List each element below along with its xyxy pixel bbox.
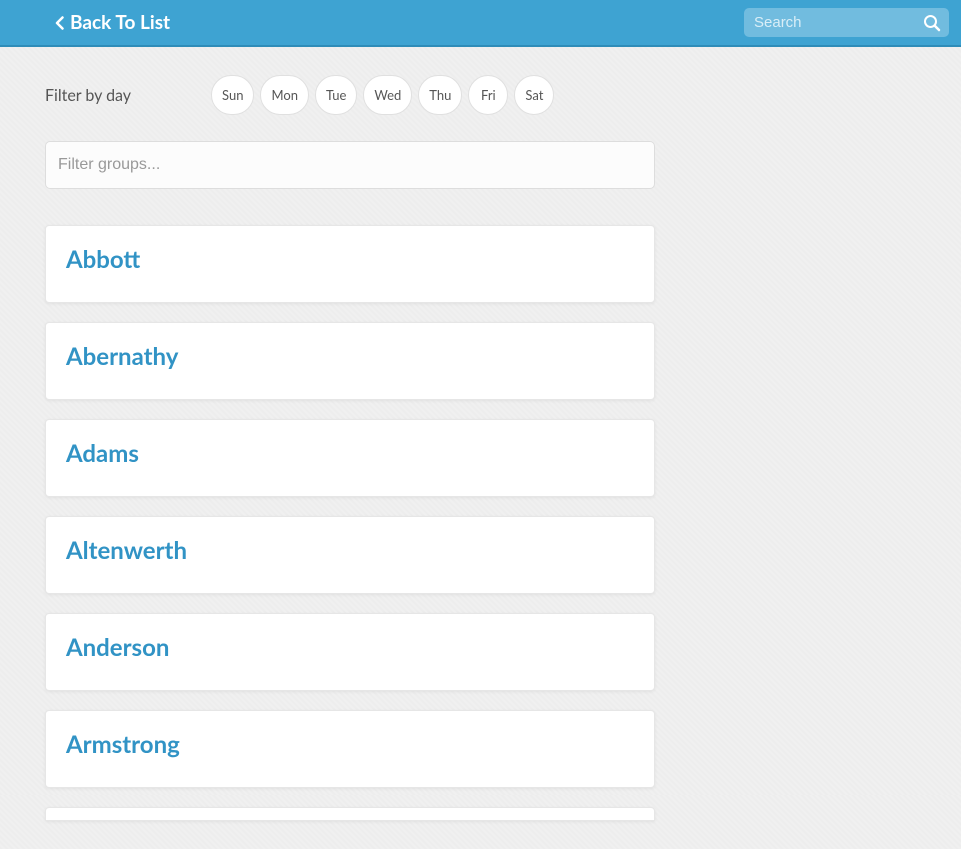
group-name: Anderson [66,633,634,662]
group-name: Adams [66,439,634,468]
day-pill-sat[interactable]: Sat [514,75,554,115]
back-link[interactable]: Back To List [12,11,170,34]
day-pill-mon[interactable]: Mon [260,75,309,115]
group-card[interactable]: Armstrong [45,710,655,788]
day-pill-fri[interactable]: Fri [468,75,508,115]
group-card[interactable] [45,807,655,821]
filter-label: Filter by day [45,86,131,105]
main-content: Filter by day Sun Mon Tue Wed Thu Fri Sa… [0,47,700,849]
header-bar: Back To List [0,0,961,47]
group-card[interactable]: Abbott [45,225,655,303]
day-pill-wed[interactable]: Wed [363,75,412,115]
filter-groups-input[interactable] [45,141,655,189]
chevron-left-icon [54,15,64,31]
search-box [744,8,949,37]
group-name: Abbott [66,245,634,274]
filter-groups-wrap [45,141,655,189]
day-pill-sun[interactable]: Sun [211,75,254,115]
search-icon[interactable] [923,14,941,32]
group-card[interactable]: Abernathy [45,322,655,400]
day-pill-tue[interactable]: Tue [315,75,357,115]
group-name: Armstrong [66,730,634,759]
back-label: Back To List [70,11,170,34]
group-card[interactable]: Adams [45,419,655,497]
day-pills: Sun Mon Tue Wed Thu Fri Sat [211,75,554,115]
group-card[interactable]: Altenwerth [45,516,655,594]
group-name: Abernathy [66,342,634,371]
group-name: Altenwerth [66,536,634,565]
search-input[interactable] [744,8,949,37]
day-pill-thu[interactable]: Thu [418,75,462,115]
group-card[interactable]: Anderson [45,613,655,691]
day-filter-row: Filter by day Sun Mon Tue Wed Thu Fri Sa… [45,75,655,115]
